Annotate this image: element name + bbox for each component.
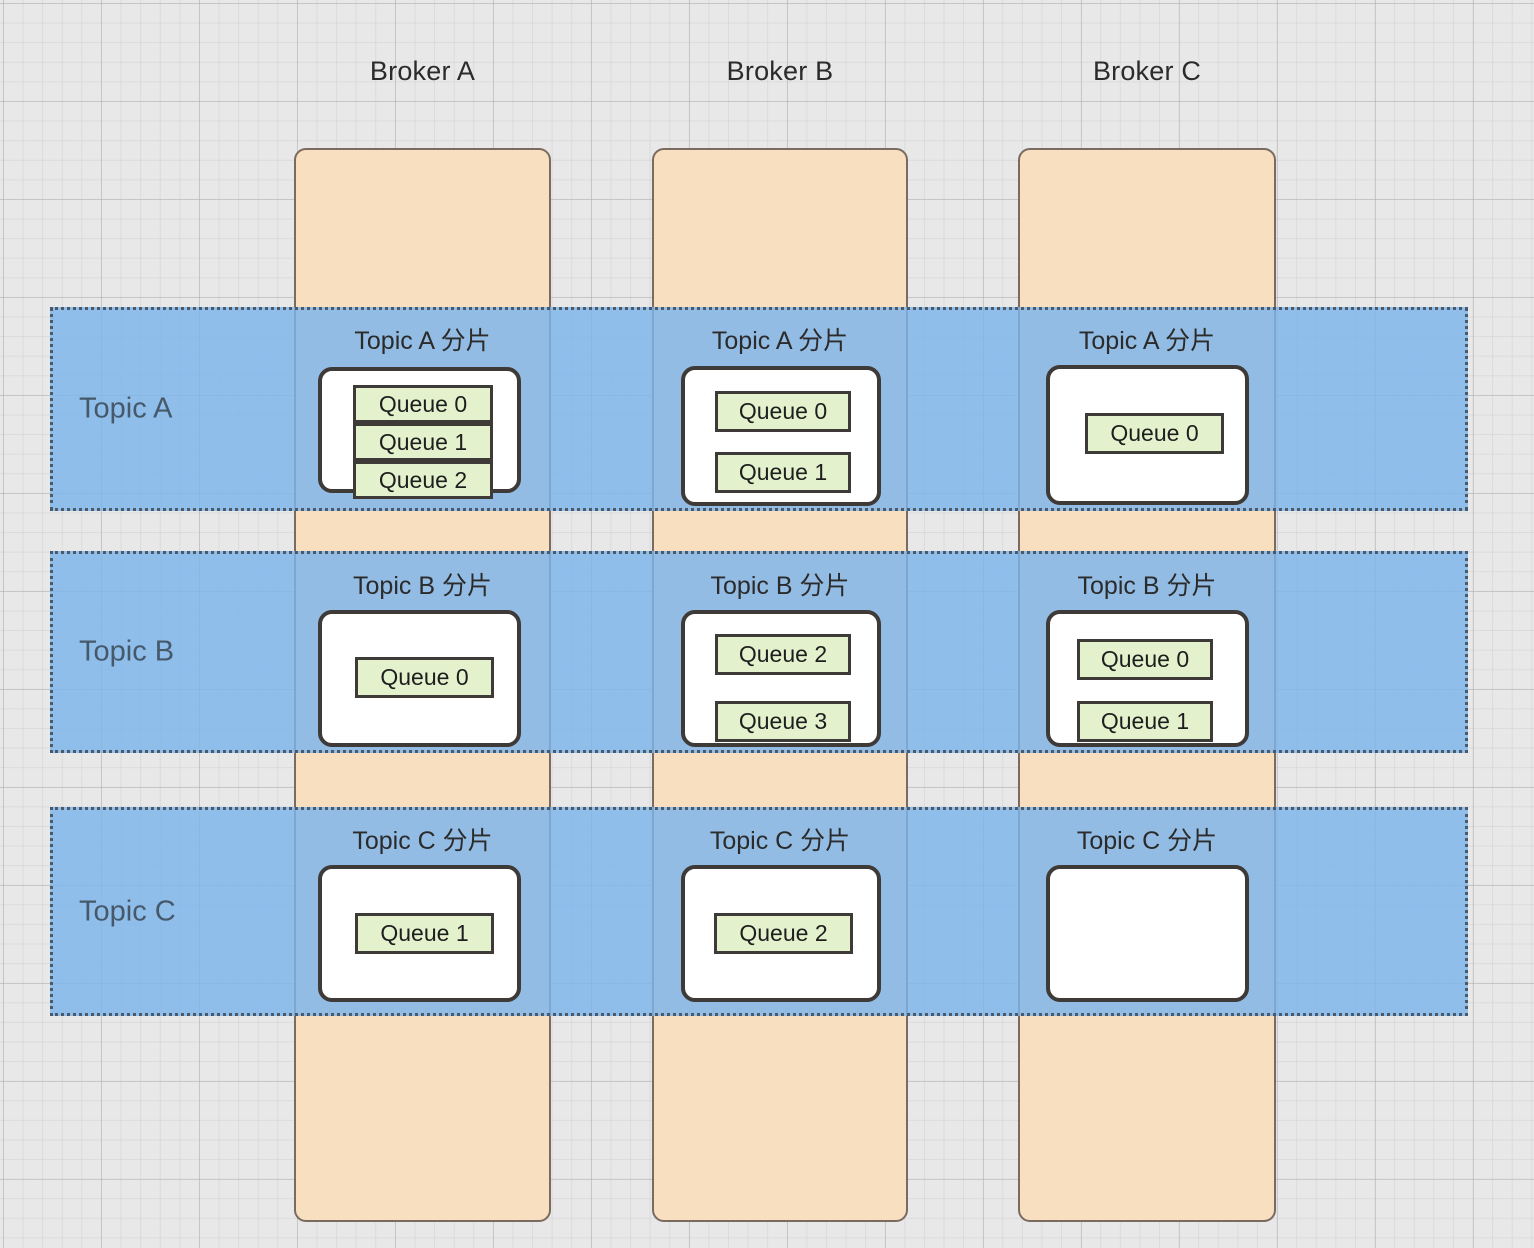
shard-topic-a-broker-a[interactable]: Topic A 分片 Queue 0 Queue 1 Queue 2 bbox=[294, 307, 551, 511]
shard-title: Topic C 分片 bbox=[352, 827, 493, 855]
shard-topic-a-broker-c[interactable]: Topic A 分片 Queue 0 bbox=[1018, 307, 1276, 511]
queue-chip[interactable]: Queue 0 bbox=[1077, 639, 1213, 680]
queue-chip[interactable]: Queue 2 bbox=[714, 913, 853, 954]
queue-chip[interactable]: Queue 0 bbox=[715, 391, 851, 432]
shard-title: Topic C 分片 bbox=[709, 827, 851, 855]
queue-chip[interactable]: Queue 1 bbox=[353, 423, 493, 461]
shard-topic-c-broker-c[interactable]: Topic C 分片 bbox=[1018, 807, 1276, 1016]
queue-chip[interactable]: Queue 2 bbox=[715, 634, 851, 675]
queue-chip[interactable]: Queue 1 bbox=[355, 913, 494, 954]
shard-title: Topic B 分片 bbox=[1077, 572, 1217, 600]
queue-chip[interactable]: Queue 3 bbox=[715, 701, 851, 742]
queue-chip[interactable]: Queue 0 bbox=[1085, 413, 1224, 454]
shard-topic-b-broker-b[interactable]: Topic B 分片 Queue 2 Queue 3 bbox=[652, 551, 908, 753]
shard-title: Topic B 分片 bbox=[710, 572, 850, 600]
shard-title: Topic A 分片 bbox=[354, 327, 491, 355]
queue-chip[interactable]: Queue 0 bbox=[355, 657, 494, 698]
queue-chip[interactable]: Queue 1 bbox=[1077, 701, 1213, 742]
queue-chip[interactable]: Queue 2 bbox=[353, 461, 493, 499]
queue-chip[interactable]: Queue 0 bbox=[353, 385, 493, 423]
shard-topic-c-broker-b[interactable]: Topic C 分片 Queue 2 bbox=[652, 807, 908, 1016]
topic-band-label-a: Topic A bbox=[79, 392, 173, 425]
shard-topic-c-broker-a[interactable]: Topic C 分片 Queue 1 bbox=[294, 807, 551, 1016]
shard-topic-b-broker-a[interactable]: Topic B 分片 Queue 0 bbox=[294, 551, 551, 753]
diagram-canvas: Broker A Broker B Broker C Topic A Topic… bbox=[0, 0, 1534, 1248]
broker-header-c: Broker C bbox=[1092, 56, 1202, 86]
shard-topic-b-broker-c[interactable]: Topic B 分片 Queue 0 Queue 1 bbox=[1018, 551, 1276, 753]
shard-title: Topic A 分片 bbox=[1078, 327, 1216, 355]
broker-header-b: Broker B bbox=[726, 56, 834, 86]
broker-header-a: Broker A bbox=[369, 56, 476, 86]
shard-box-empty[interactable] bbox=[1046, 865, 1249, 1002]
shard-topic-a-broker-b[interactable]: Topic A 分片 Queue 0 Queue 1 bbox=[652, 307, 908, 511]
queue-chip[interactable]: Queue 1 bbox=[715, 452, 851, 493]
topic-band-label-c: Topic C bbox=[79, 895, 176, 927]
shard-title: Topic A 分片 bbox=[711, 327, 849, 355]
shard-title: Topic C 分片 bbox=[1076, 827, 1218, 855]
shard-title: Topic B 分片 bbox=[353, 572, 492, 600]
topic-band-label-b: Topic B bbox=[79, 635, 175, 668]
